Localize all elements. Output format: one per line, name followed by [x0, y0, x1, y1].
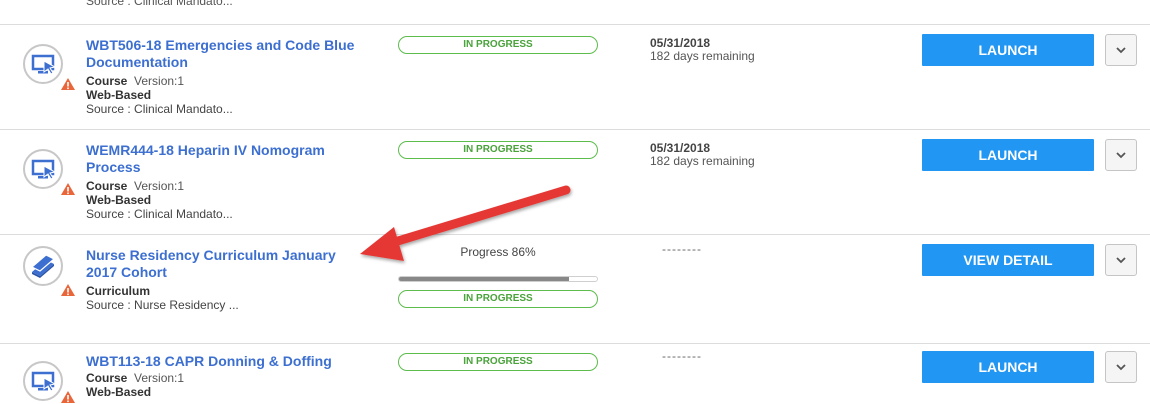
status-badge: IN PROGRESS: [398, 353, 598, 371]
more-options-button[interactable]: [1105, 351, 1137, 383]
progress-bar-fill: [399, 277, 570, 281]
computer-cursor-icon: [23, 149, 63, 189]
chevron-down-icon: [1116, 152, 1126, 159]
days-remaining: 182 days remaining: [650, 49, 755, 63]
status-badge: IN PROGRESS: [398, 141, 598, 159]
warning-icon: [61, 391, 75, 403]
launch-button[interactable]: LAUNCH: [922, 351, 1094, 383]
previous-row-source-fragment: Source : Clinical Mandato...: [86, 0, 233, 8]
source-text: Source : Clinical Mandato...: [86, 207, 233, 221]
course-type: Course Version:1: [86, 74, 185, 88]
course-type: Course Version:1: [86, 179, 185, 193]
delivery-method: Web-Based: [86, 193, 152, 207]
progress-bar: [398, 276, 598, 282]
computer-cursor-icon: [23, 44, 63, 84]
computer-cursor-icon: [23, 361, 63, 401]
status-badge: IN PROGRESS: [398, 290, 598, 308]
launch-button[interactable]: LAUNCH: [922, 34, 1094, 66]
chevron-down-icon: [1116, 257, 1126, 264]
row-divider: [0, 234, 1150, 235]
delivery-method: Web-Based: [86, 88, 152, 102]
course-type: Course Version:1: [86, 371, 185, 385]
row-divider: [0, 24, 1150, 25]
due-date-placeholder: --------: [662, 242, 702, 256]
curriculum-title-link[interactable]: Nurse Residency Curriculum January 2017 …: [86, 247, 358, 281]
due-date-placeholder: --------: [662, 349, 702, 363]
course-title-link[interactable]: WBT113-18 CAPR Donning & Doffing: [86, 353, 358, 370]
more-options-button[interactable]: [1105, 34, 1137, 66]
warning-icon: [61, 78, 75, 90]
chevron-down-icon: [1116, 364, 1126, 371]
days-remaining: 182 days remaining: [650, 154, 755, 168]
source-text: Source : Nurse Residency ...: [86, 298, 239, 312]
course-title-link[interactable]: WBT506-18 Emergencies and Code Blue Docu…: [86, 37, 358, 71]
course-type: Curriculum: [86, 284, 151, 298]
launch-button[interactable]: LAUNCH: [922, 139, 1094, 171]
books-icon: [23, 246, 63, 286]
more-options-button[interactable]: [1105, 244, 1137, 276]
progress-label: Progress 86%: [460, 245, 536, 259]
source-text: Source : Clinical Mandato...: [86, 102, 233, 116]
more-options-button[interactable]: [1105, 139, 1137, 171]
delivery-method: Web-Based: [86, 385, 152, 399]
row-divider: [0, 343, 1150, 344]
status-badge: IN PROGRESS: [398, 36, 598, 54]
chevron-down-icon: [1116, 47, 1126, 54]
warning-icon: [61, 284, 75, 296]
course-title-link[interactable]: WEMR444-18 Heparin IV Nomogram Process: [86, 142, 358, 176]
row-divider: [0, 129, 1150, 130]
view-detail-button[interactable]: VIEW DETAIL: [922, 244, 1094, 276]
warning-icon: [61, 183, 75, 195]
